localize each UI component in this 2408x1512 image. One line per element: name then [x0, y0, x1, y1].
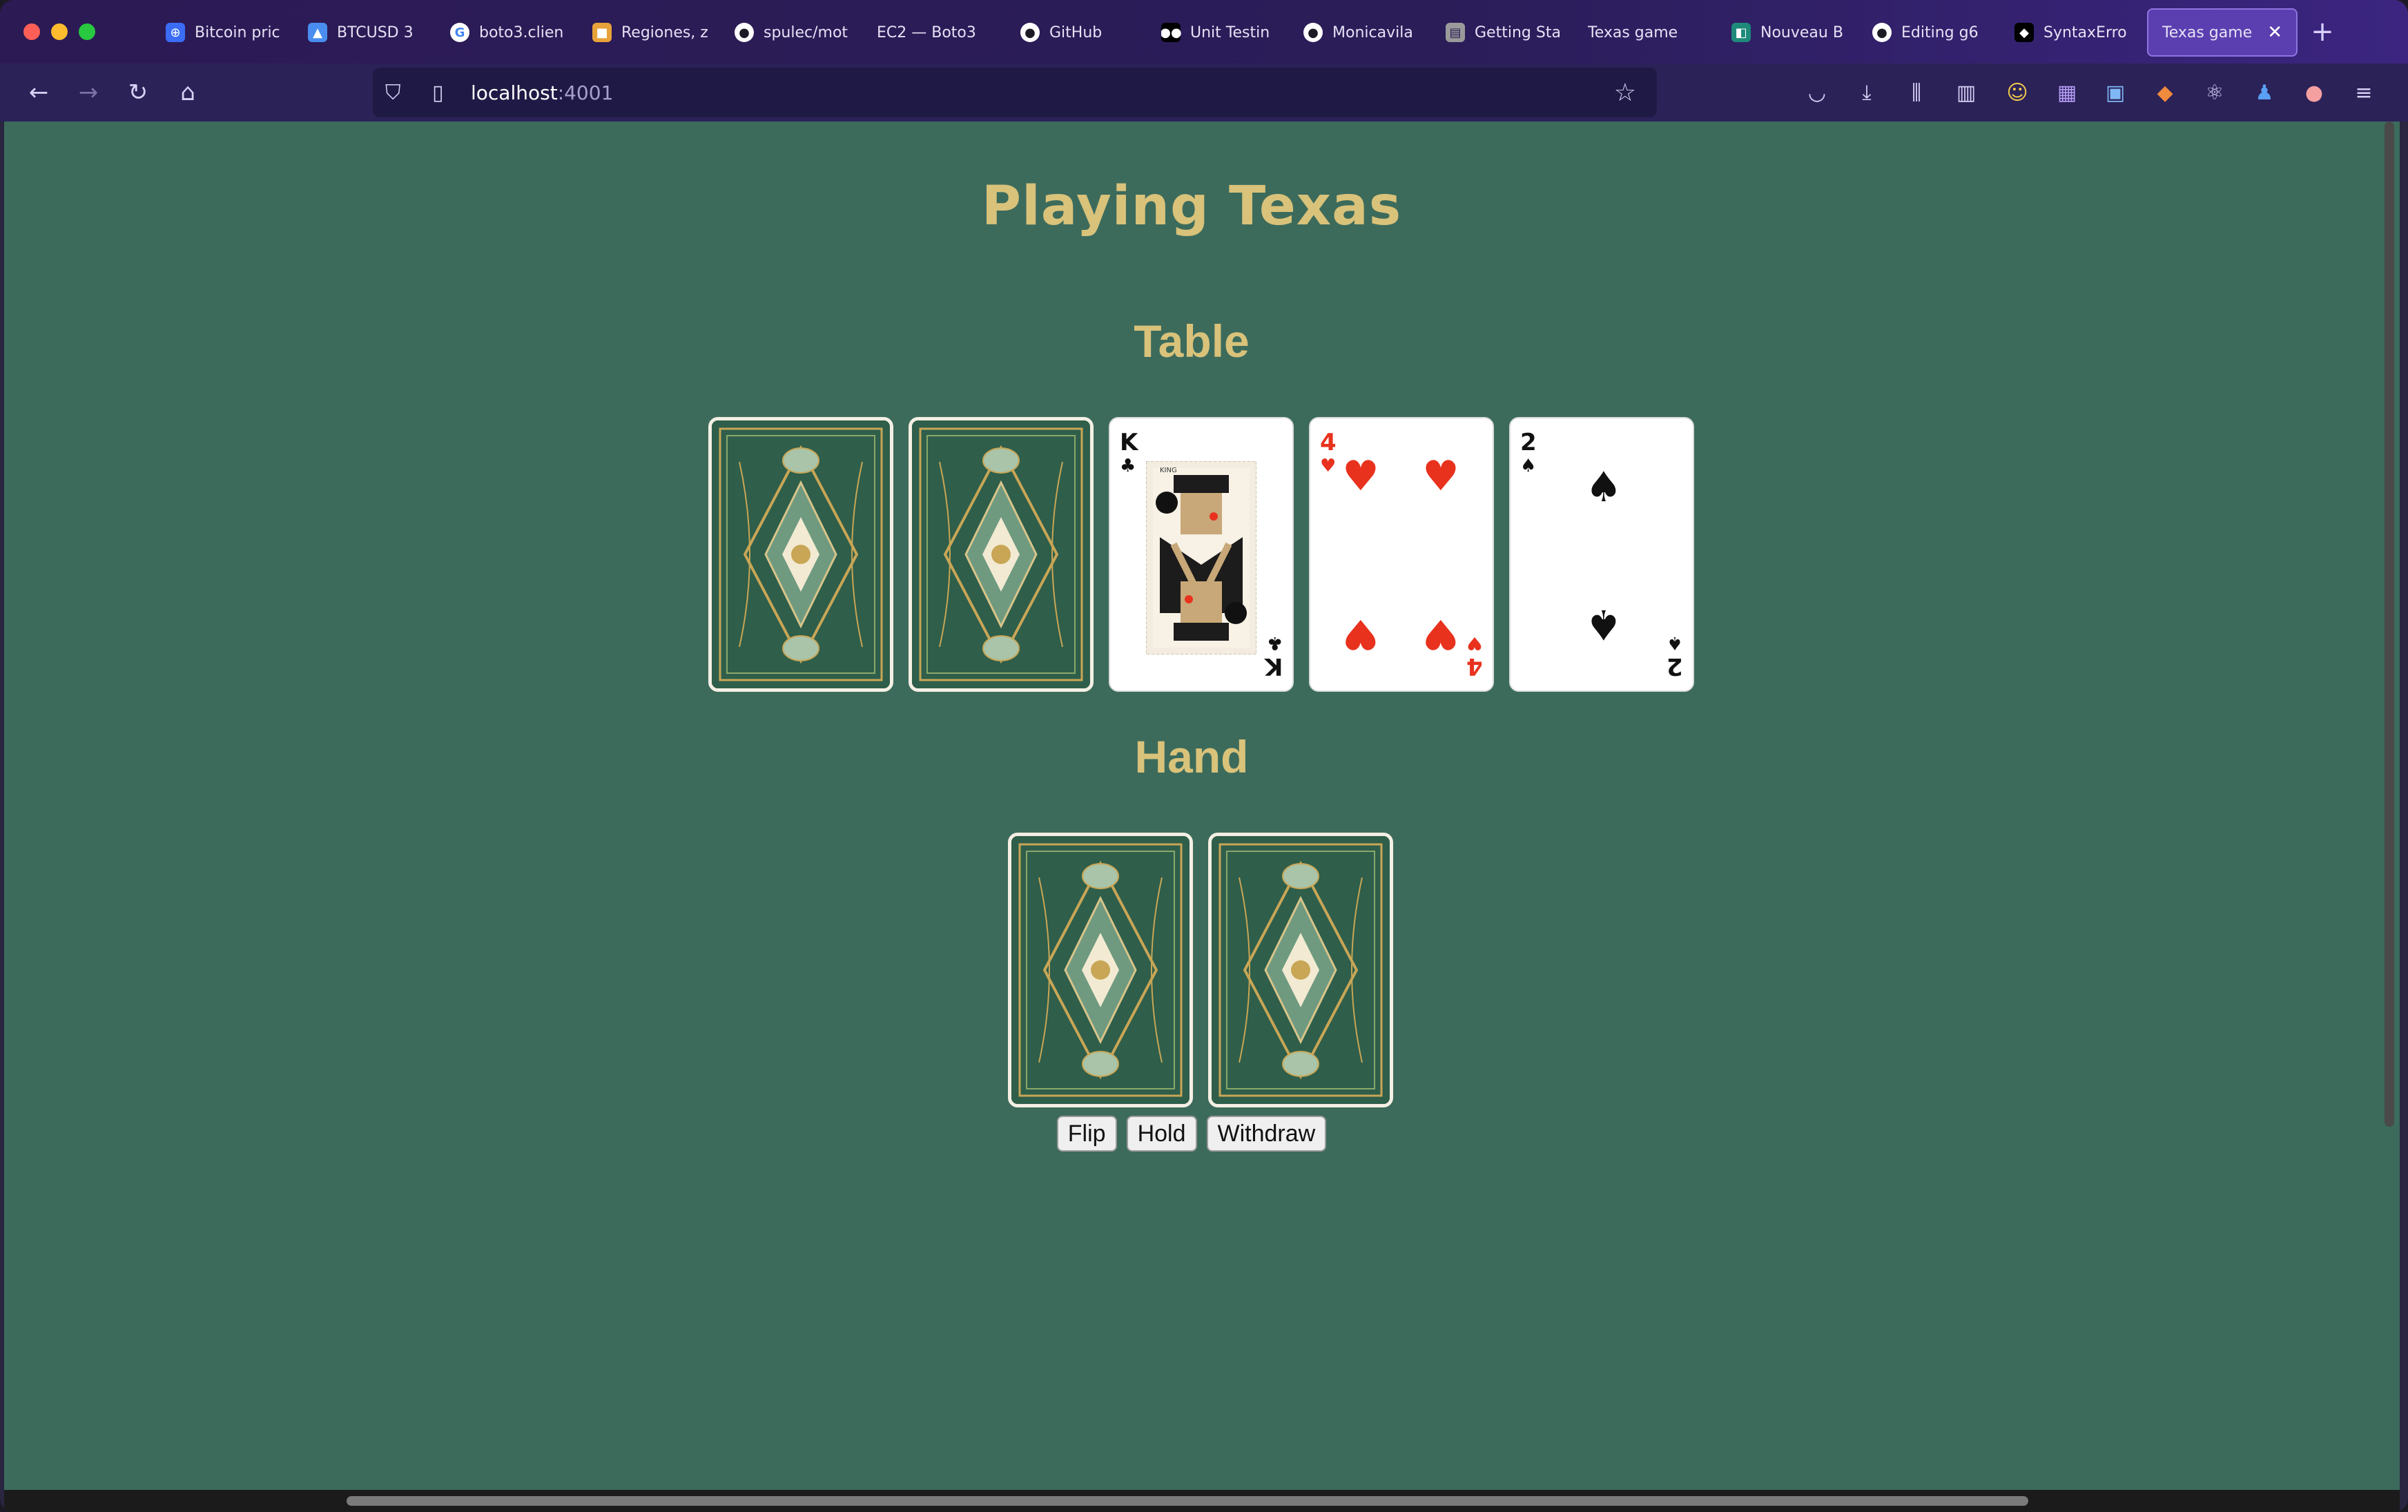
shield-icon[interactable]: ⛉ [385, 81, 413, 105]
table-card-face-down[interactable] [708, 417, 893, 692]
hand-heading: Hand [1134, 731, 1249, 782]
tab-unit-testing[interactable]: ●● Unit Testin [1161, 8, 1270, 57]
chart-icon: ▲ [308, 23, 327, 42]
hold-button[interactable]: Hold [1126, 1116, 1197, 1152]
metamask-extension-icon[interactable]: ◆ [2150, 77, 2180, 108]
forward-arrow-icon[interactable]: → [72, 76, 105, 109]
minimize-window-button[interactable] [51, 23, 68, 40]
close-window-button[interactable] [23, 23, 40, 40]
pocket-icon[interactable]: ◡ [1802, 77, 1832, 108]
github-icon: ● [1020, 23, 1040, 42]
card-back-pattern [1212, 836, 1390, 1104]
url-host: localhost [471, 81, 558, 104]
heart-pip: ♥ [1422, 452, 1459, 501]
medium-icon: ●● [1161, 23, 1182, 42]
menu-hamburger-icon[interactable]: ≡ [2349, 77, 2379, 108]
card-back-pattern [712, 420, 890, 688]
tab-github[interactable]: ● GitHub [1020, 8, 1102, 57]
king-label: KING [1160, 467, 1177, 474]
tab-boto3-client[interactable]: G boto3.clien [450, 8, 563, 57]
vertical-scrollbar[interactable] [2379, 122, 2400, 1490]
new-tab-button[interactable]: + [2303, 12, 2342, 51]
emoji-extension-icon[interactable]: ☺ [2002, 77, 2032, 108]
hand-card-face-down[interactable] [1008, 833, 1193, 1107]
downloads-icon[interactable]: ⤓ [1852, 77, 1882, 108]
card-corner-bottom: K ♣ [1264, 632, 1283, 680]
navigation-bar: ← → ↻ ⌂ ⛉ ▯ localhost :4001 ☆ ◡ ⤓ ⫼ ▥ ☺ … [0, 64, 2408, 122]
docs-icon: ▤ [1446, 23, 1465, 42]
card-corner-top: 4 ♥ [1320, 429, 1337, 476]
tab-bitcoin[interactable]: ⊕ Bitcoin pric [166, 8, 280, 57]
heart-pip: ♥ [1422, 610, 1459, 658]
close-tab-icon[interactable]: ✕ [2267, 22, 2282, 43]
flip-button[interactable]: Flip [1056, 1116, 1117, 1152]
page-viewport: Playing Texas Table K ♣ KING K ♣ 4 ♥ ♥ ♥… [4, 122, 2379, 1490]
tab-texas-game-active[interactable]: Texas game ✕ [2147, 8, 2298, 57]
bitcoin-icon: ⊕ [166, 23, 185, 42]
library-icon[interactable]: ⫼ [1901, 77, 1932, 108]
table-card-four-of-hearts[interactable]: 4 ♥ ♥ ♥ ♥ ♥ 4 ♥ [1309, 417, 1494, 692]
github-icon: ● [1303, 23, 1323, 42]
tab-spulec-moto[interactable]: ● spulec/mot [735, 8, 848, 57]
hand-card-face-down[interactable] [1208, 833, 1393, 1107]
card-corner-bottom: 4 ♥ [1466, 632, 1483, 680]
heart-pip: ♥ [1342, 452, 1379, 501]
spade-pip: ♠ [1585, 600, 1622, 648]
browser-window: ⊕ Bitcoin pric ▲ BTCUSD 3 G boto3.clien … [0, 0, 2408, 1512]
table-card-two-of-spades[interactable]: 2 ♠ ♠ ♠ 2 ♠ [1509, 417, 1694, 692]
dev-icon: ◆ [2014, 23, 2034, 42]
tab-bar: ⊕ Bitcoin pric ▲ BTCUSD 3 G boto3.clien … [0, 0, 2408, 64]
tab-editing-g6[interactable]: ● Editing g6 [1872, 8, 1979, 57]
sidebar-icon[interactable]: ▥ [1951, 77, 1981, 108]
horizontal-scrollbar[interactable] [4, 1490, 2400, 1512]
action-buttons: Flip Hold Withdraw [4, 1116, 2379, 1152]
page-info-icon[interactable]: ▯ [432, 81, 460, 105]
withdraw-button[interactable]: Withdraw [1206, 1116, 1327, 1152]
url-bar[interactable]: ⛉ ▯ localhost :4001 ☆ [373, 68, 1657, 117]
home-icon[interactable]: ⌂ [171, 76, 204, 109]
king-illustration: KING [1146, 461, 1256, 655]
react-devtools-icon[interactable]: ⚛ [2200, 77, 2230, 108]
bookmark-star-icon[interactable]: ☆ [1614, 79, 1636, 107]
tab-monicavila[interactable]: ● Monicavila [1303, 8, 1413, 57]
reload-icon[interactable]: ↻ [122, 76, 155, 109]
page-title: Playing Texas [981, 175, 1402, 238]
tab-btcusd[interactable]: ▲ BTCUSD 3 [308, 8, 414, 57]
horizontal-scrollbar-thumb[interactable] [347, 1496, 2028, 1506]
heart-pip: ♥ [1342, 610, 1379, 658]
tab-ec2-boto3[interactable]: EC2 — Boto3 D [877, 8, 980, 57]
table-card-face-down[interactable] [909, 417, 1094, 692]
app-icon: ◧ [1731, 23, 1751, 42]
card-back-pattern [912, 420, 1090, 688]
maximize-window-button[interactable] [79, 23, 95, 40]
notes-extension-icon[interactable]: ▦ [2052, 77, 2082, 108]
card-corner-top: 2 ♠ [1520, 429, 1537, 476]
multi-color-extension-icon[interactable]: ● [2299, 77, 2329, 108]
back-arrow-icon[interactable]: ← [22, 76, 55, 109]
tab-getting-started[interactable]: ▤ Getting Sta [1446, 8, 1561, 57]
save-extension-icon[interactable]: ▣ [2100, 77, 2130, 108]
card-corner-top: K ♣ [1120, 429, 1138, 476]
card-back-pattern [1011, 836, 1190, 1104]
google-icon: G [450, 23, 469, 42]
notification-extension-icon[interactable]: ♟ [2249, 77, 2280, 108]
vertical-scrollbar-thumb[interactable] [2385, 122, 2394, 1127]
github-icon: ● [735, 23, 754, 42]
table-card-king-of-clubs[interactable]: K ♣ KING K ♣ [1109, 417, 1294, 692]
aws-box-icon: ■ [592, 23, 612, 42]
spade-pip: ♠ [1585, 463, 1622, 512]
tab-regiones[interactable]: ■ Regiones, z [592, 8, 708, 57]
url-port: :4001 [557, 81, 614, 104]
card-corner-bottom: 2 ♠ [1667, 632, 1683, 680]
github-icon: ● [1872, 23, 1892, 42]
tab-texas-game[interactable]: Texas game [1588, 8, 1678, 57]
tab-nouveau[interactable]: ◧ Nouveau B [1731, 8, 1843, 57]
tab-syntaxerror[interactable]: ◆ SyntaxErro [2014, 8, 2127, 57]
table-heading: Table [1134, 316, 1250, 367]
